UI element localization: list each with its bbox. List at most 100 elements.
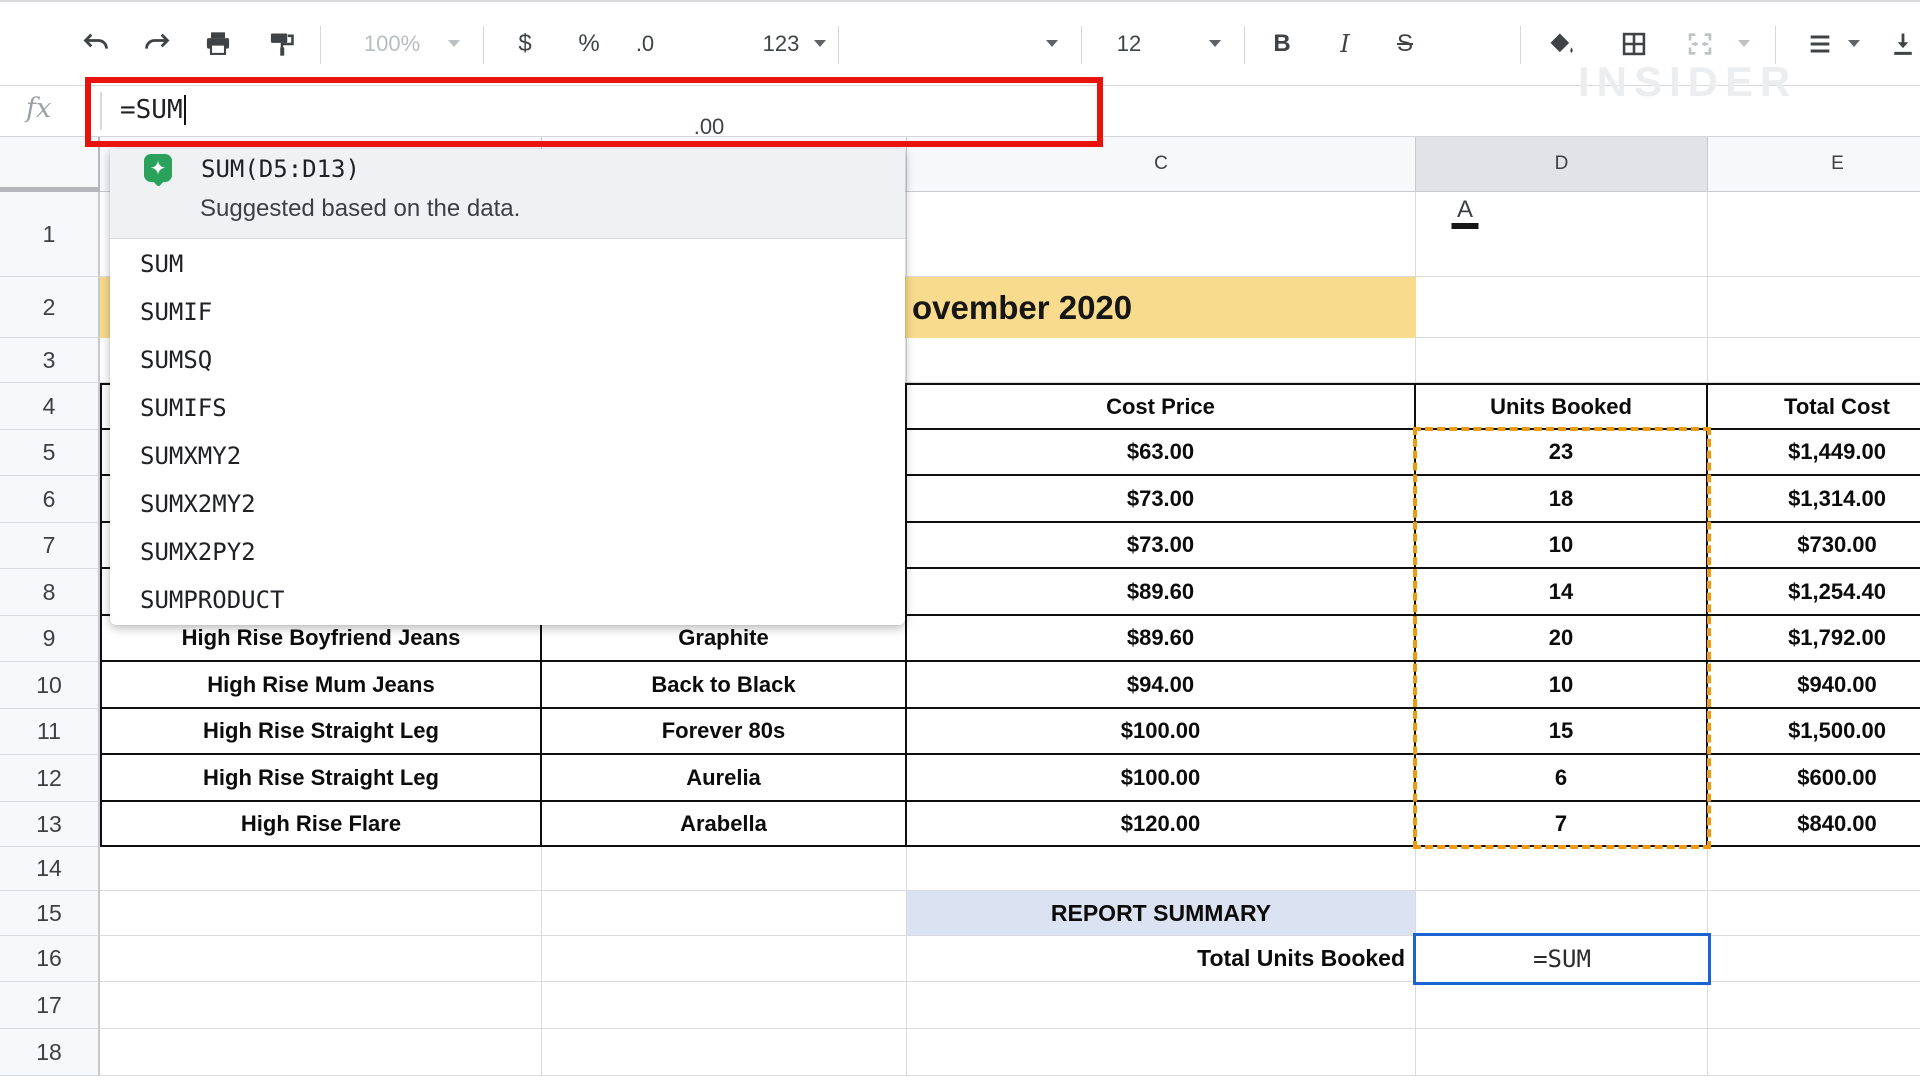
cell-C11[interactable]: $100.00	[907, 709, 1416, 755]
vertical-align-icon[interactable]	[1889, 2, 1917, 85]
more-formats-button[interactable]: 123	[763, 2, 800, 85]
horizontal-align-icon[interactable]	[1806, 2, 1834, 85]
cell-D2[interactable]	[1416, 277, 1708, 338]
more-formats-caret-icon[interactable]	[814, 2, 826, 85]
cell-D8[interactable]: 14	[1416, 569, 1708, 616]
cell-A11[interactable]: High Rise Straight Leg	[100, 709, 542, 755]
cell-E17[interactable]	[1708, 982, 1920, 1029]
cell-B13[interactable]: Arabella	[542, 802, 907, 847]
fill-color-icon[interactable]	[1547, 2, 1575, 85]
cell-C9[interactable]: $89.60	[907, 616, 1416, 662]
cell-E6[interactable]: $1,314.00	[1708, 476, 1920, 523]
strikethrough-button[interactable]: S	[1397, 2, 1413, 85]
row-header-5[interactable]: 5	[0, 430, 100, 476]
cell-D4[interactable]: Units Booked	[1416, 383, 1708, 430]
cell-D13[interactable]: 7	[1416, 802, 1708, 847]
cell-E14[interactable]	[1708, 847, 1920, 891]
function-item-sumsq[interactable]: SUMSQ	[110, 336, 905, 384]
cell-D6[interactable]: 18	[1416, 476, 1708, 523]
cell-C8[interactable]: $89.60	[907, 569, 1416, 616]
row-header-10[interactable]: 10	[0, 662, 100, 709]
horizontal-align-caret-icon[interactable]	[1848, 2, 1860, 85]
row-header-15[interactable]: 15	[0, 891, 100, 936]
cell-B12[interactable]: Aurelia	[542, 755, 907, 802]
cell-A16[interactable]	[100, 936, 542, 982]
row-header-13[interactable]: 13	[0, 802, 100, 847]
cell-D7[interactable]: 10	[1416, 523, 1708, 569]
row-header-6[interactable]: 6	[0, 476, 100, 523]
cell-A12[interactable]: High Rise Straight Leg	[100, 755, 542, 802]
function-item-sumifs[interactable]: SUMIFS	[110, 384, 905, 432]
cell-C6[interactable]: $73.00	[907, 476, 1416, 523]
active-cell-D16[interactable]: =SUM	[1413, 933, 1711, 985]
function-item-sumproduct[interactable]: SUMPRODUCT	[110, 576, 905, 624]
cell-A13[interactable]: High Rise Flare	[100, 802, 542, 847]
cell-B15[interactable]	[542, 891, 907, 936]
cell-E2[interactable]	[1708, 277, 1920, 338]
cell-C18[interactable]	[907, 1029, 1416, 1076]
row-header-3[interactable]: 3	[0, 338, 100, 383]
cell-C10[interactable]: $94.00	[907, 662, 1416, 709]
bold-button[interactable]: B	[1273, 2, 1290, 85]
cell-E5[interactable]: $1,449.00	[1708, 430, 1920, 476]
row-header-12[interactable]: 12	[0, 755, 100, 802]
cell-B10[interactable]: Back to Black	[542, 662, 907, 709]
cell-E12[interactable]: $600.00	[1708, 755, 1920, 802]
cell-E11[interactable]: $1,500.00	[1708, 709, 1920, 755]
cell-E8[interactable]: $1,254.40	[1708, 569, 1920, 616]
font-family-caret-icon[interactable]	[1046, 2, 1058, 85]
cell-D15[interactable]	[1416, 891, 1708, 936]
cell-E10[interactable]: $940.00	[1708, 662, 1920, 709]
cell-E16[interactable]	[1708, 936, 1920, 982]
cell-E3[interactable]	[1708, 338, 1920, 383]
function-item-sumif[interactable]: SUMIF	[110, 288, 905, 336]
cell-E4[interactable]: Total Cost	[1708, 383, 1920, 430]
cell-D12[interactable]: 6	[1416, 755, 1708, 802]
cell-C16[interactable]: Total Units Booked	[907, 936, 1416, 982]
cell-B14[interactable]	[542, 847, 907, 891]
cell-B17[interactable]	[542, 982, 907, 1029]
row-header-14[interactable]: 14	[0, 847, 100, 891]
cell-B11[interactable]: Forever 80s	[542, 709, 907, 755]
cell-D11[interactable]: 15	[1416, 709, 1708, 755]
function-item-sumx2my2[interactable]: SUMX2MY2	[110, 480, 905, 528]
font-size-select[interactable]: 12	[1117, 2, 1141, 85]
cell-D14[interactable]	[1416, 847, 1708, 891]
row-header-18[interactable]: 18	[0, 1029, 100, 1076]
cell-C14[interactable]	[907, 847, 1416, 891]
suggested-formula-option[interactable]: ✦ SUM(D5:D13) Suggested based on the dat…	[110, 149, 905, 239]
cell-D10[interactable]: 10	[1416, 662, 1708, 709]
row-header-8[interactable]: 8	[0, 569, 100, 616]
cell-E18[interactable]	[1708, 1029, 1920, 1076]
row-header-9[interactable]: 9	[0, 616, 100, 662]
cell-E7[interactable]: $730.00	[1708, 523, 1920, 569]
cell-C12[interactable]: $100.00	[907, 755, 1416, 802]
row-header-4[interactable]: 4	[0, 383, 100, 430]
cell-D18[interactable]	[1416, 1029, 1708, 1076]
cell-B18[interactable]	[542, 1029, 907, 1076]
font-size-caret-icon[interactable]	[1209, 2, 1221, 85]
cell-D17[interactable]	[1416, 982, 1708, 1029]
row-header-16[interactable]: 16	[0, 936, 100, 982]
function-item-sumx2py2[interactable]: SUMX2PY2	[110, 528, 905, 576]
decrease-decimals-button[interactable]: .0 ←	[0, 2, 1605, 85]
row-header-2[interactable]: 2	[0, 277, 100, 338]
cell-C17[interactable]	[907, 982, 1416, 1029]
cell-C7[interactable]: $73.00	[907, 523, 1416, 569]
cell-E15[interactable]	[1708, 891, 1920, 936]
function-item-sumxmy2[interactable]: SUMXMY2	[110, 432, 905, 480]
cell-C13[interactable]: $120.00	[907, 802, 1416, 847]
function-item-sum[interactable]: SUM	[110, 240, 905, 288]
cell-C3[interactable]	[907, 338, 1416, 383]
italic-button[interactable]: I	[1340, 2, 1349, 85]
row-header-17[interactable]: 17	[0, 982, 100, 1029]
cell-D5[interactable]: 23	[1416, 430, 1708, 476]
cell-C4[interactable]: Cost Price	[907, 383, 1416, 430]
cell-A18[interactable]	[100, 1029, 542, 1076]
cell-A17[interactable]	[100, 982, 542, 1029]
cell-A15[interactable]	[100, 891, 542, 936]
cell-E13[interactable]: $840.00	[1708, 802, 1920, 847]
row-header-7[interactable]: 7	[0, 523, 100, 569]
cell-A14[interactable]	[100, 847, 542, 891]
cell-A10[interactable]: High Rise Mum Jeans	[100, 662, 542, 709]
